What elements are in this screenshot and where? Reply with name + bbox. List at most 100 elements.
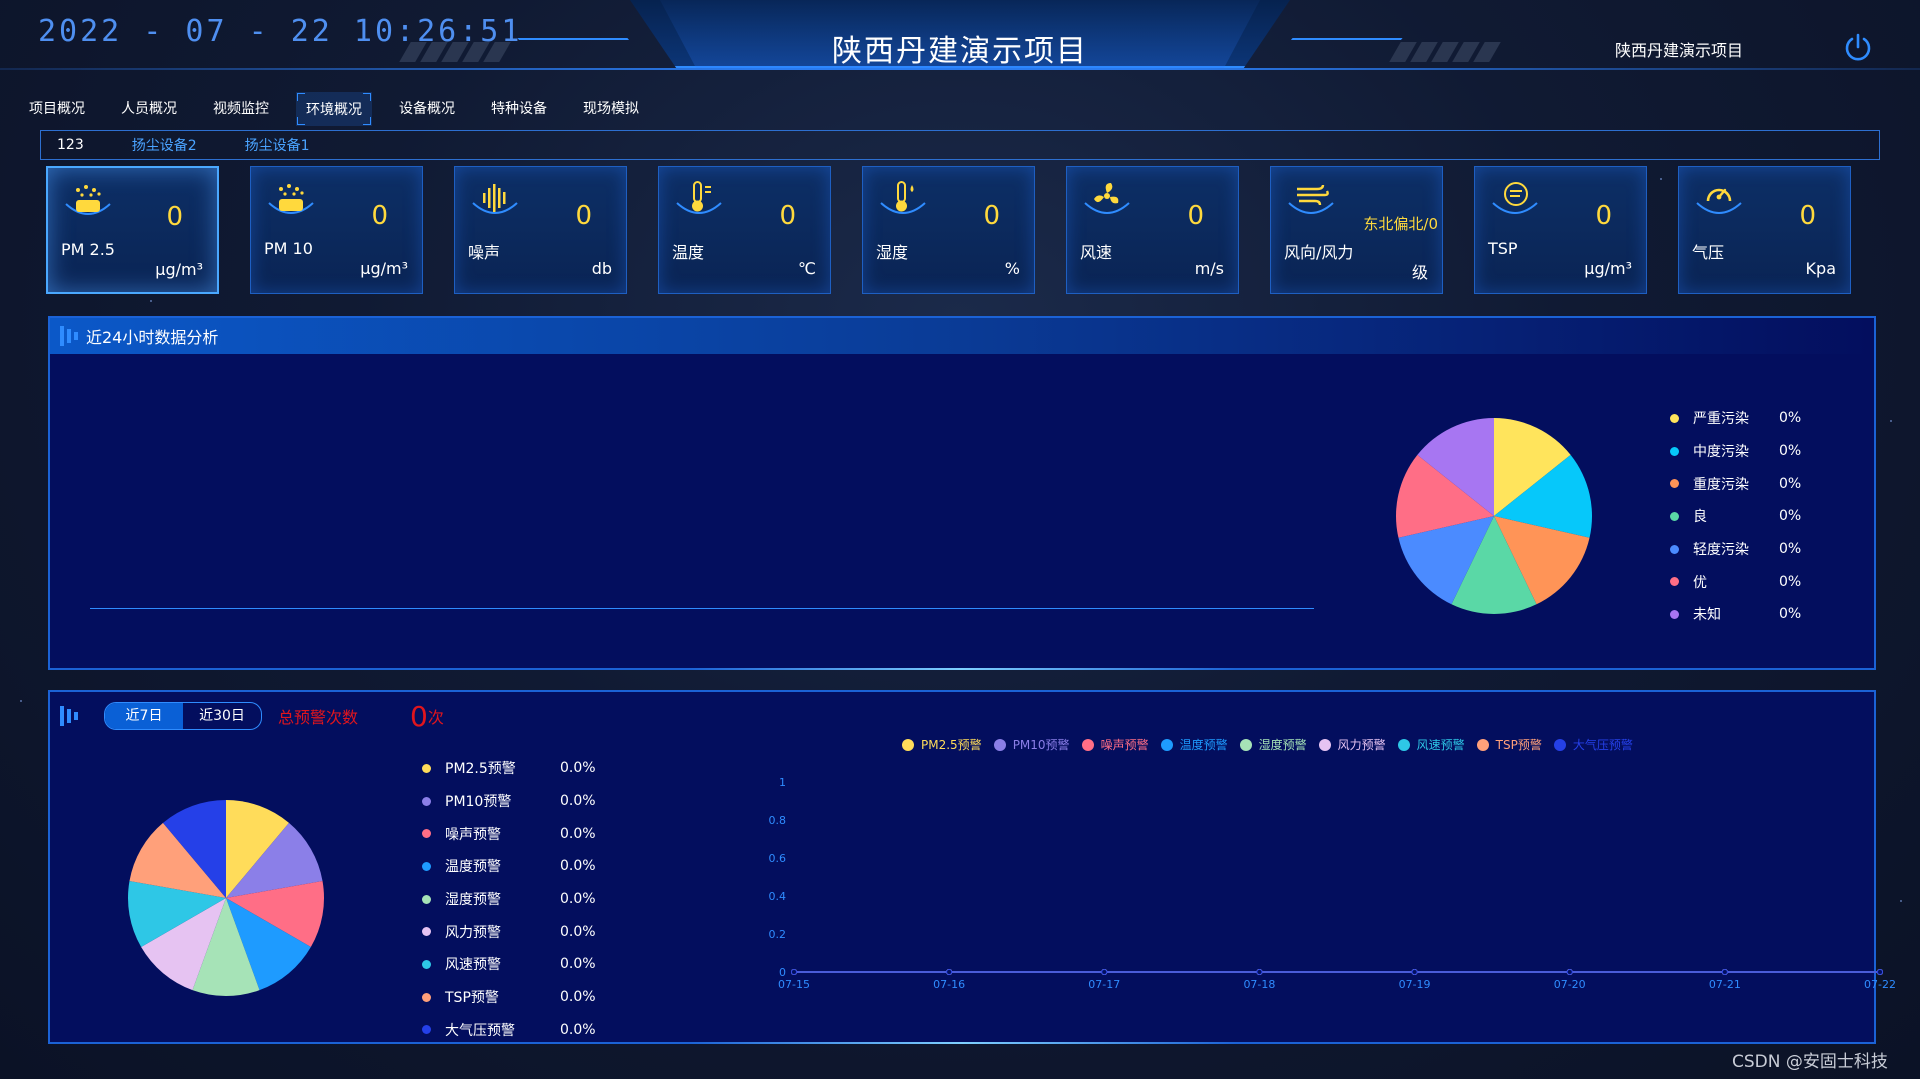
line-legend-dot — [1397, 738, 1410, 751]
line-legend-item[interactable]: 湿度预警 — [1239, 736, 1307, 753]
nav-item-project-overview[interactable]: 项目概况 — [20, 92, 94, 126]
legend-name: 重度污染 — [1693, 476, 1749, 493]
line-legend-label: TSP预警 — [1495, 738, 1542, 752]
legend-item: 未知 0% — [1670, 598, 1801, 631]
x-tick-label: 07-16 — [933, 978, 965, 991]
legend-name: 大气压预警 — [445, 1022, 515, 1039]
line-legend-label: PM2.5预警 — [921, 738, 982, 752]
legend-item: TSP预警 0.0% — [422, 981, 596, 1014]
card-pm25[interactable]: 0 PM 2.5 μg/m³ — [46, 166, 219, 294]
device-tab-123[interactable]: 123 — [57, 137, 84, 153]
sensor-cards: 0 PM 2.5 μg/m³ 0 PM 10 μg/m³ 0 噪声 db 0 温… — [46, 166, 1851, 294]
main-nav: 项目概况 人员概况 视频监控 环境概况 设备概况 特种设备 现场模拟 — [20, 92, 666, 126]
nav-item-video[interactable]: 视频监控 — [204, 92, 278, 126]
legend-24h: 严重污染 0% 中度污染 0% 重度污染 0% 良 0% 轻度污染 0% 优 0% 未知 0% — [1670, 402, 1801, 631]
card-unit: 级 — [1411, 263, 1428, 282]
panel-title: 近24小时数据分析 — [86, 328, 219, 347]
range-tab-7d[interactable]: 近7日 — [105, 703, 183, 729]
line-chart-legend: PM2.5预警 PM10预警 噪声预警 温度预警 湿度预警 风力预警 风速预警 TSP预警 大气… — [902, 736, 1645, 753]
x-tick-label: 07-20 — [1554, 978, 1586, 991]
legend-value: 0.0% — [560, 760, 596, 777]
line-legend-dot — [1239, 738, 1252, 751]
card-wind-direction[interactable]: 东北偏北/0 风向/风力 级 — [1270, 166, 1443, 294]
line-legend-item[interactable]: 温度预警 — [1160, 736, 1228, 753]
legend-name: 优 — [1693, 574, 1707, 591]
gauge-icon — [1696, 188, 1742, 214]
thermometer-icon — [676, 181, 722, 214]
wind-icon — [1288, 184, 1334, 214]
header-stripes-left — [399, 42, 511, 62]
line-legend-dot — [993, 738, 1006, 751]
card-label: 湿度 — [876, 243, 909, 262]
device-tab-dust-1[interactable]: 扬尘设备1 — [245, 135, 310, 155]
header-stripes-right — [1389, 42, 1501, 62]
chart-24h-baseline — [90, 608, 1314, 609]
y-tick-label: 0.2 — [769, 928, 787, 941]
card-value: 0 — [1595, 201, 1612, 231]
x-tick-label: 07-19 — [1399, 978, 1431, 991]
device-tab-dust-2[interactable]: 扬尘设备2 — [132, 135, 197, 155]
card-temperature[interactable]: 0 温度 ℃ — [658, 166, 831, 294]
legend-item: 风力预警 0.0% — [422, 915, 596, 948]
legend-value: 0.0% — [560, 825, 596, 842]
line-legend-item[interactable]: 大气压预警 — [1553, 736, 1633, 753]
line-legend-item[interactable]: PM10预警 — [993, 736, 1070, 753]
card-unit: μg/m³ — [1584, 259, 1632, 278]
line-point — [1101, 969, 1108, 975]
card-pm10[interactable]: 0 PM 10 μg/m³ — [250, 166, 423, 294]
card-wind-speed[interactable]: 0 风速 m/s — [1066, 166, 1239, 294]
legend-name: PM2.5预警 — [445, 761, 516, 778]
legend-dot — [422, 861, 431, 871]
card-value: 东北偏北/0 — [1363, 215, 1438, 233]
legend-item: 优 0% — [1670, 565, 1801, 598]
legend-name: 噪声预警 — [445, 826, 501, 843]
legend-dot — [1670, 413, 1679, 423]
total-alarm-label: 总预警次数 — [278, 708, 359, 727]
card-humidity[interactable]: 0 湿度 % — [862, 166, 1035, 294]
y-tick-label: 0.4 — [769, 890, 787, 903]
power-icon[interactable] — [1843, 32, 1873, 62]
panel-alarm-stats: 近7日 近30日 总预警次数 0 次 PM2.5预警 0.0% PM10预警 0.0… — [48, 690, 1896, 1044]
panel-24h-analysis: 近24小时数据分析 严重污染 0% 中度污染 0% 重度污染 0% 良 0% 轻度污染 0… — [48, 316, 1876, 670]
legend-dot — [422, 992, 431, 1002]
line-legend-item[interactable]: 风力预警 — [1318, 736, 1386, 753]
card-pressure[interactable]: 0 气压 Kpa — [1678, 166, 1851, 294]
card-label: PM 2.5 — [61, 240, 115, 259]
legend-dot — [1670, 609, 1679, 619]
y-tick-label: 1 — [779, 776, 786, 789]
legend-dot — [1670, 479, 1679, 489]
card-value: 0 — [1187, 201, 1204, 231]
nav-item-environment[interactable]: 环境概况 — [296, 92, 372, 126]
page-title: 陕西丹建演示项目 — [832, 34, 1088, 69]
range-tab-30d[interactable]: 近30日 — [183, 703, 261, 729]
nav-item-equipment[interactable]: 设备概况 — [390, 92, 464, 126]
line-legend-item[interactable]: PM2.5预警 — [902, 736, 982, 753]
card-label: PM 10 — [264, 239, 313, 258]
card-tsp[interactable]: 0 TSP μg/m³ — [1474, 166, 1647, 294]
card-value: 0 — [575, 201, 592, 231]
noise-icon — [472, 184, 518, 214]
legend-item: 中度污染 0% — [1670, 435, 1801, 468]
legend-item: PM10预警 0.0% — [422, 785, 596, 818]
card-value: 0 — [166, 202, 183, 232]
line-legend-item[interactable]: TSP预警 — [1476, 736, 1542, 753]
line-legend-dot — [1318, 738, 1331, 751]
legend-value: 0.0% — [560, 858, 596, 875]
line-point — [1566, 969, 1573, 975]
line-legend-item[interactable]: 噪声预警 — [1081, 736, 1149, 753]
card-unit: μg/m³ — [360, 259, 408, 278]
legend-name: PM10预警 — [445, 794, 512, 811]
card-noise[interactable]: 0 噪声 db — [454, 166, 627, 294]
nav-item-special-equipment[interactable]: 特种设备 — [482, 92, 556, 126]
panel-header: 近7日 近30日 总预警次数 0 次 — [50, 698, 1874, 734]
legend-item: 风速预警 0.0% — [422, 948, 596, 981]
legend-value: 0% — [1779, 443, 1802, 460]
legend-name: 严重污染 — [1693, 411, 1749, 428]
nav-item-site-simulation[interactable]: 现场模拟 — [574, 92, 648, 126]
legend-dot — [422, 796, 431, 806]
tsp-icon — [1492, 182, 1538, 214]
line-legend-item[interactable]: 风速预警 — [1397, 736, 1465, 753]
bars-icon — [60, 326, 78, 346]
nav-item-personnel[interactable]: 人员概况 — [112, 92, 186, 126]
project-name[interactable]: 陕西丹建演示项目 — [1615, 37, 1743, 61]
